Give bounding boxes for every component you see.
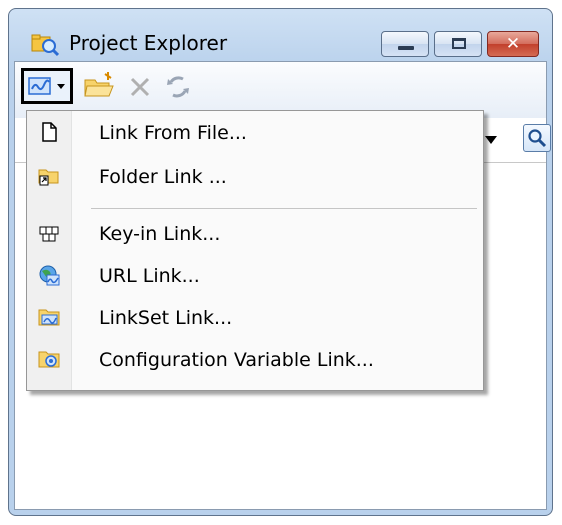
search-icon <box>528 129 547 148</box>
window-title: Project Explorer <box>69 31 228 55</box>
project-explorer-icon <box>31 34 59 57</box>
menu-item-keyin-link[interactable]: Key-in Link... <box>29 216 481 252</box>
menu-item-label: LinkSet Link... <box>99 307 233 329</box>
open-folder-icon[interactable] <box>83 72 115 102</box>
keyin-icon <box>39 226 59 242</box>
minimize-button[interactable] <box>381 31 429 57</box>
minimize-icon <box>398 46 414 50</box>
config-variable-folder-icon <box>38 351 60 368</box>
menu-item-label: Configuration Variable Link... <box>99 349 374 371</box>
maximize-button[interactable] <box>434 31 482 57</box>
menu-item-link-from-file[interactable]: Link From File... <box>29 115 481 151</box>
menu-item-linkset-link[interactable]: LinkSet Link... <box>29 300 481 336</box>
close-button[interactable]: ✕ <box>487 31 539 57</box>
menu-item-label: Folder Link ... <box>99 166 227 188</box>
folder-link-icon <box>38 169 59 186</box>
menu-item-configuration-variable-link[interactable]: Configuration Variable Link... <box>29 342 481 378</box>
add-link-dropdown-button[interactable] <box>21 68 73 104</box>
menu-item-label: URL Link... <box>99 265 200 287</box>
menu-item-label: Link From File... <box>99 122 247 144</box>
close-icon: ✕ <box>505 34 521 54</box>
globe-link-icon <box>39 265 60 286</box>
linkset-folder-icon <box>38 309 60 326</box>
refresh-icon[interactable] <box>163 72 195 102</box>
add-link-menu: Link From File... Folder Link ... Key-in… <box>26 110 484 391</box>
maximize-icon <box>452 38 466 49</box>
menu-item-url-link[interactable]: URL Link... <box>29 258 481 294</box>
file-icon <box>42 122 57 142</box>
link-dropdown-icon <box>28 77 51 95</box>
chevron-down-icon <box>57 84 65 89</box>
search-button[interactable] <box>523 124 551 152</box>
title-bar[interactable]: Project Explorer ✕ <box>9 9 552 61</box>
menu-separator <box>91 208 477 209</box>
menu-item-label: Key-in Link... <box>99 223 221 245</box>
delete-icon[interactable] <box>127 72 155 102</box>
menu-item-folder-link[interactable]: Folder Link ... <box>29 159 481 195</box>
filter-dropdown-icon[interactable] <box>483 130 499 150</box>
